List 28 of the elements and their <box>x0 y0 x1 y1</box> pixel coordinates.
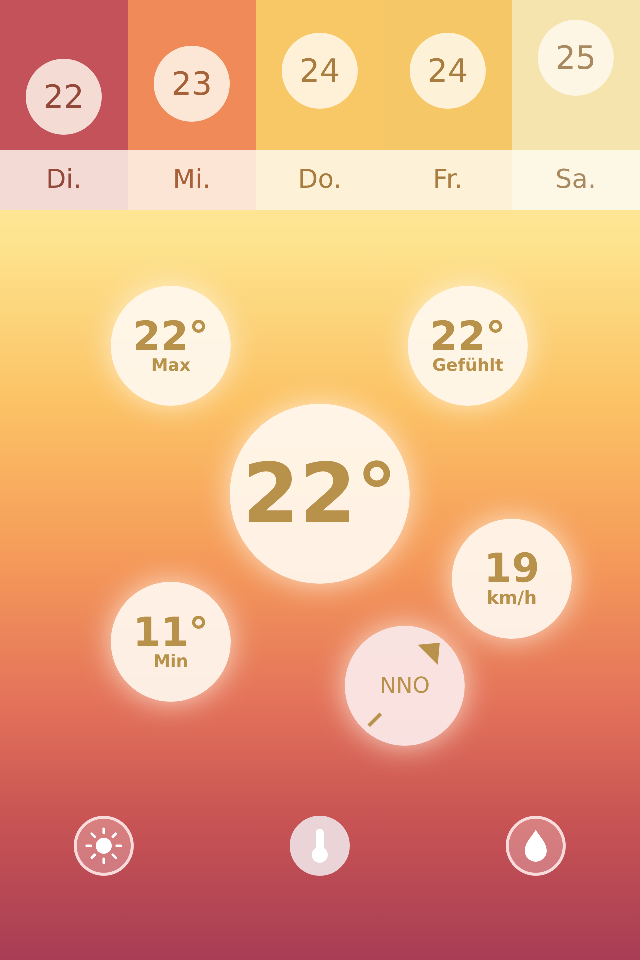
day-column[interactable]: 24 <box>384 0 512 150</box>
day-label: Di. <box>0 150 128 210</box>
feels-like-label: Gefühlt <box>432 356 504 376</box>
feels-like-temperature: 22° <box>430 316 506 357</box>
day-label: Sa. <box>512 150 640 210</box>
min-temperature: 11° <box>133 612 209 653</box>
day-label: Fr. <box>384 150 512 210</box>
wind-direction: NNO <box>380 674 430 698</box>
min-label: Min <box>154 652 188 672</box>
day-column[interactable]: 22 <box>0 0 128 150</box>
sun-icon <box>84 826 124 866</box>
day-label: Do. <box>256 150 384 210</box>
day-label: Mi. <box>128 150 256 210</box>
day-temperature: 24 <box>410 33 486 109</box>
wind-tail-icon <box>367 712 383 728</box>
day-column[interactable]: 25 <box>512 0 640 150</box>
wind-speed: 19 <box>484 549 540 590</box>
max-temperature: 22° <box>133 316 209 357</box>
day-temperature: 22 <box>26 59 102 135</box>
day-temperature: 25 <box>538 20 614 96</box>
wind-arrow-icon <box>417 642 441 666</box>
day-temperature: 24 <box>282 33 358 109</box>
day-column[interactable]: 24 <box>256 0 384 150</box>
day-column[interactable]: 23 <box>128 0 256 150</box>
max-label: Max <box>151 356 191 376</box>
current-temperature: 22° <box>230 404 410 584</box>
wind-unit: km/h <box>486 589 538 609</box>
day-temperature: 23 <box>154 46 230 122</box>
